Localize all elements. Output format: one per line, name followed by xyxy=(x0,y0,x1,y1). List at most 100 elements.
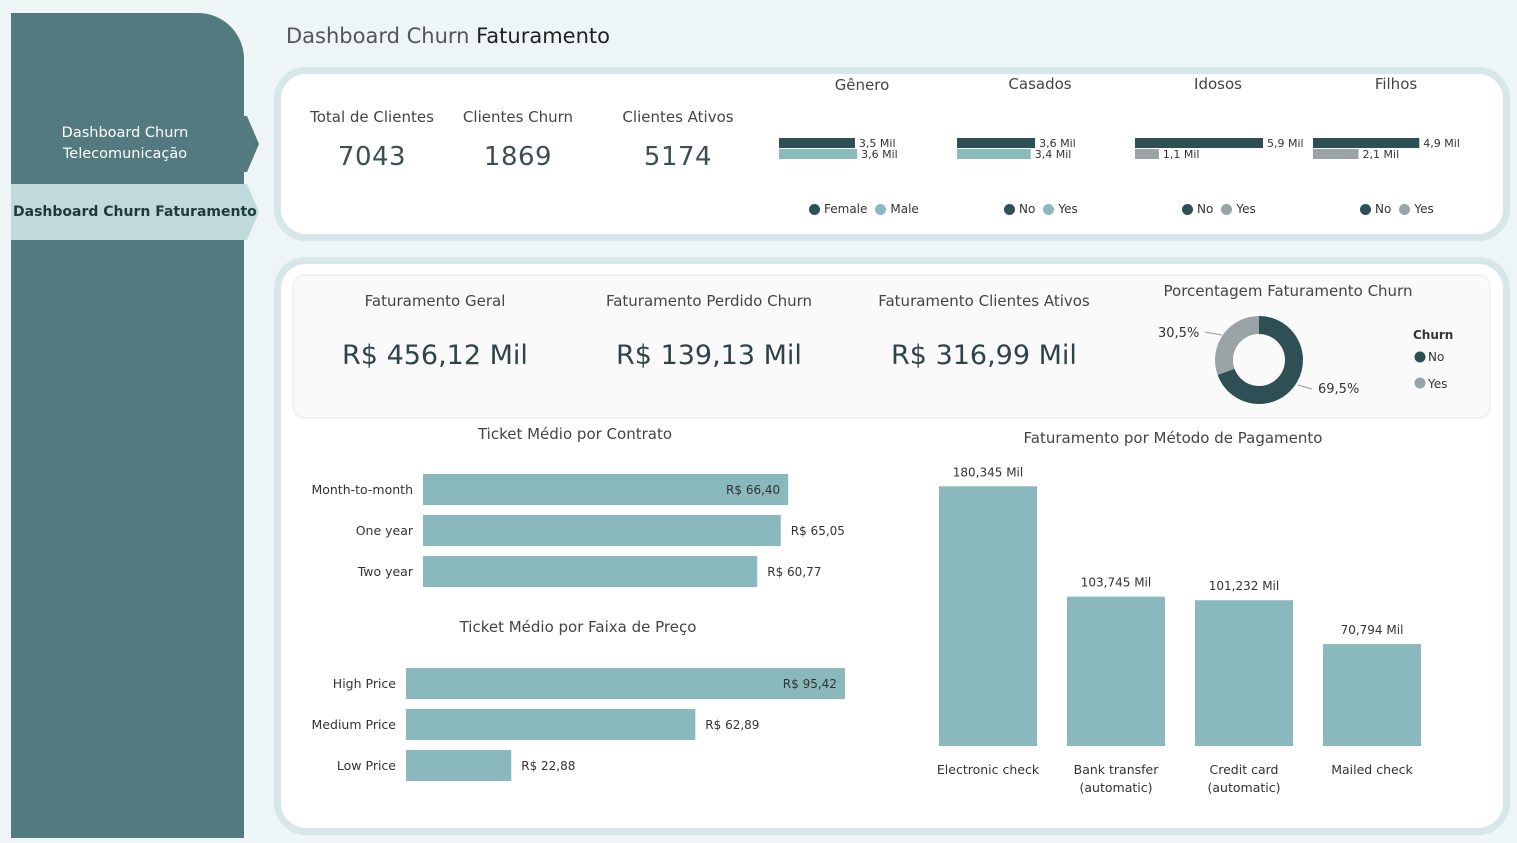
clientes-churn-label: Clientes Churn xyxy=(462,108,574,126)
faturamento-geral-value: R$ 456,12 Mil xyxy=(342,340,528,371)
clientes-ativos-value: 5174 xyxy=(643,142,713,172)
nav-telecom-line1: Dashboard Churn xyxy=(61,125,189,141)
donut-legend-no: No xyxy=(1428,350,1444,364)
donut-legend-yes: Yes xyxy=(1427,377,1447,391)
bar-value-label: 103,745 Mil xyxy=(1081,576,1151,590)
bar xyxy=(406,668,845,699)
bar-category-label: Two year xyxy=(357,564,414,579)
bar-value-label: 101,232 Mil xyxy=(1209,579,1279,593)
bar-category-label: Low Price xyxy=(337,758,396,773)
legend-dot-yes xyxy=(1221,203,1233,215)
contrato-chart: Month-to-month R$ 66,40 One year R$ 65,05 Tw… xyxy=(311,474,845,587)
donut-leader-no xyxy=(1297,384,1313,390)
bar-category-label: (automatic) xyxy=(1208,780,1281,795)
donut-label-yes: 30,5% xyxy=(1158,326,1199,341)
legend-no: No xyxy=(1375,202,1392,216)
nav-telecom-line2: Telecomunicação xyxy=(62,146,188,162)
idosos-title: Idosos xyxy=(1194,75,1242,93)
faixa-title: Ticket Médio por Faixa de Preço xyxy=(459,618,697,636)
donut-label-no: 69,5% xyxy=(1318,382,1359,397)
bar-value-label: 70,794 Mil xyxy=(1341,623,1404,637)
mini-bar xyxy=(1135,149,1159,159)
mini-bar xyxy=(779,149,858,159)
total-clientes-value: 7043 xyxy=(337,142,407,172)
bar-value-label: R$ 95,42 xyxy=(783,677,837,691)
mini-bar xyxy=(1135,138,1263,148)
clientes-ativos-label: Clientes Ativos xyxy=(622,108,734,126)
bar xyxy=(423,556,758,587)
mini-bar-label: 1,1 Mil xyxy=(1163,148,1200,161)
mini-bar xyxy=(957,138,1036,148)
idosos-legend: No Yes xyxy=(1182,202,1256,216)
nav-faturamento-label: Dashboard Churn Faturamento xyxy=(13,204,257,220)
faturamento-perdido-label: Faturamento Perdido Churn xyxy=(605,292,813,310)
mini-bar-label: 5,9 Mil xyxy=(1267,137,1304,150)
pagamento-chart: 180,345 Mil Electronic check 103,745 Mil Ba… xyxy=(937,465,1421,795)
mini-bar-label: 3,6 Mil xyxy=(861,148,898,161)
bar-category-label: Medium Price xyxy=(312,717,397,732)
churn-donut-chart: 69,5% 30,5% Churn No Yes xyxy=(1158,316,1453,404)
legend-yes: Yes xyxy=(1414,202,1434,216)
legend-dot-yes xyxy=(1043,203,1055,215)
legend-no: No xyxy=(1197,202,1214,216)
bar xyxy=(423,515,781,546)
bar-category-label: One year xyxy=(356,523,414,538)
legend-female: Female xyxy=(824,202,868,216)
nav-dashboard-telecom[interactable]: Dashboard Churn Telecomunicação xyxy=(11,116,259,172)
legend-dot-no xyxy=(1004,203,1015,215)
legend-dot-female xyxy=(809,203,820,215)
faturamento-geral-label: Faturamento Geral xyxy=(364,292,506,310)
bar-category-label: Credit card xyxy=(1210,762,1279,777)
bar-category-label: High Price xyxy=(333,676,397,691)
bar xyxy=(1195,600,1293,746)
faixa-chart: High Price R$ 95,42 Medium Price R$ 62,89 Lo… xyxy=(312,668,845,781)
donut-slice xyxy=(1215,316,1259,375)
page-title-light: Dashboard Churn xyxy=(286,24,470,48)
faturamento-ativos-label: Faturamento Clientes Ativos xyxy=(878,292,1090,310)
legend-dot-no xyxy=(1414,351,1426,363)
legend-dot-no xyxy=(1360,203,1371,215)
legend-no: No xyxy=(1019,202,1036,216)
bar xyxy=(939,486,1037,746)
bar-value-label: R$ 66,40 xyxy=(726,483,780,497)
bar xyxy=(1067,596,1165,746)
bar xyxy=(406,709,696,740)
filhos-chart: 4,9 Mil 2,1 Mil xyxy=(1313,137,1460,161)
legend-dot-yes xyxy=(1399,203,1411,215)
bar-value-label: R$ 65,05 xyxy=(791,524,845,538)
mini-bar-label: 3,4 Mil xyxy=(1035,148,1072,161)
nav-dashboard-faturamento[interactable]: Dashboard Churn Faturamento xyxy=(11,184,259,240)
mini-bar-label: 2,1 Mil xyxy=(1363,148,1400,161)
legend-yes: Yes xyxy=(1236,202,1256,216)
mini-bar xyxy=(957,149,1031,159)
bar-category-label: Bank transfer xyxy=(1074,762,1160,777)
clientes-churn-value: 1869 xyxy=(483,142,553,172)
page-title: Dashboard Churn Faturamento xyxy=(286,24,610,48)
mini-bar xyxy=(1313,149,1359,159)
faturamento-perdido-value: R$ 139,13 Mil xyxy=(616,340,802,371)
bar-category-label: Mailed check xyxy=(1331,762,1413,777)
genero-chart: 3,5 Mil3,6 Mil xyxy=(779,137,898,161)
bar xyxy=(406,750,512,781)
filhos-title: Filhos xyxy=(1374,75,1418,93)
casados-chart: 3,6 Mil3,4 Mil xyxy=(957,137,1076,161)
pagamento-title: Faturamento por Método de Pagamento xyxy=(1023,429,1323,447)
bar-value-label: R$ 60,77 xyxy=(767,565,821,579)
legend-dot-yes xyxy=(1414,377,1426,389)
bar-value-label: R$ 22,88 xyxy=(521,759,575,773)
mini-bar-label: 4,9 Mil xyxy=(1423,137,1460,150)
mini-bar xyxy=(1313,138,1420,148)
genero-title: Gênero xyxy=(834,76,890,94)
bar-value-label: R$ 62,89 xyxy=(705,718,759,732)
bar xyxy=(1323,644,1421,746)
bar-category-label: Electronic check xyxy=(937,762,1040,777)
donut-leader-yes xyxy=(1204,331,1223,336)
contrato-title: Ticket Médio por Contrato xyxy=(477,425,673,443)
legend-yes: Yes xyxy=(1058,202,1078,216)
casados-legend: No Yes xyxy=(1004,202,1078,216)
filhos-legend: No Yes xyxy=(1360,202,1434,216)
mini-bar xyxy=(779,138,855,148)
faturamento-ativos-value: R$ 316,99 Mil xyxy=(891,340,1077,371)
genero-legend: Female Male xyxy=(809,202,919,216)
bar-value-label: 180,345 Mil xyxy=(953,465,1023,479)
